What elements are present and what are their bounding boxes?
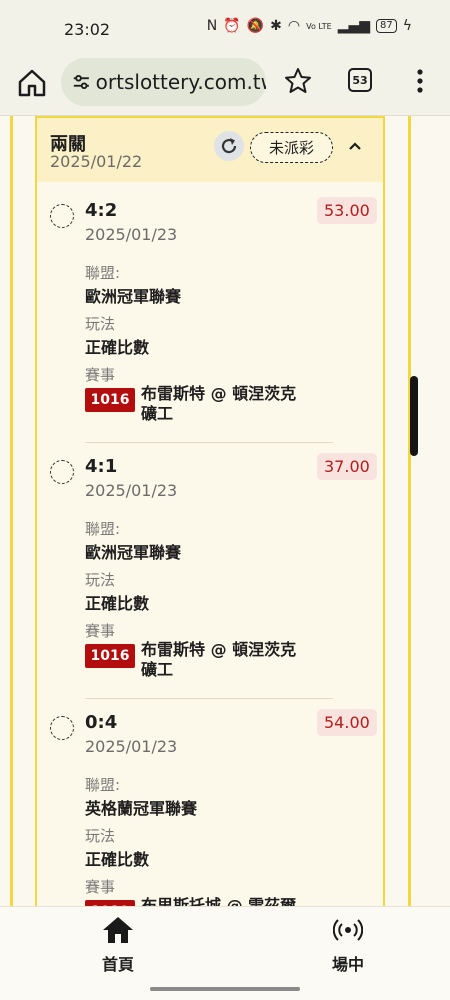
select-radio[interactable] (50, 716, 74, 740)
bet-item: 4:1 37.00 2025/01/23 聯盟: 歐洲冠軍聯賽 玩法 正確比數 … (37, 438, 383, 699)
odds-badge: 53.00 (317, 197, 377, 224)
odds-badge: 54.00 (317, 709, 377, 736)
league-value: 歐洲冠軍聯賽 (85, 287, 182, 306)
match-number-badge: 1016 (85, 644, 135, 668)
tab-switcher-button[interactable]: 53 (348, 68, 372, 92)
select-radio[interactable] (50, 460, 74, 484)
event-label: 賽事 (85, 366, 116, 384)
live-broadcast-icon (332, 919, 364, 941)
bet-item: 4:2 53.00 2025/01/23 聯盟: 歐洲冠軍聯賽 玩法 正確比數 … (37, 182, 383, 443)
bet-item: 0:4 54.00 2025/01/23 聯盟: 英格蘭冠軍聯賽 玩法 正確比數… (37, 694, 383, 906)
refresh-button[interactable] (214, 131, 244, 161)
bet-score: 4:1 (85, 456, 118, 477)
right-border (408, 116, 411, 906)
match-name: 布里斯托城 @ 雷茲爾 (141, 896, 297, 906)
bookmark-star-icon[interactable] (283, 66, 313, 96)
status-text: 未派彩 (268, 139, 314, 157)
match-number-badge: 1016 (85, 388, 135, 412)
play-label: 玩法 (85, 315, 116, 333)
alarm-icon: ⏰ (223, 18, 241, 34)
tab-count: 53 (352, 73, 368, 87)
wifi-icon: ◠ (287, 18, 301, 34)
url-text: ortslottery.com.tw (95, 70, 266, 94)
bet-slip-card: 兩關 2025/01/22 未派彩 4:2 53.00 2025/01/23 聯… (35, 116, 385, 906)
url-field[interactable]: ortslottery.com.tw (61, 58, 266, 106)
mute-icon: 🔕 (246, 18, 265, 34)
battery-icon: 87 (376, 19, 397, 33)
bluetooth-icon: ✱ (270, 18, 282, 34)
bet-date: 2025/01/23 (85, 225, 178, 244)
play-value: 正確比數 (85, 338, 150, 357)
site-settings-icon[interactable] (71, 71, 92, 93)
volte-label: Vo LTE (306, 21, 332, 31)
gesture-bar[interactable] (150, 987, 300, 991)
status-time: 23:02 (64, 20, 111, 39)
nav-live-label: 場中 (331, 955, 364, 974)
bet-score: 4:2 (85, 200, 118, 221)
left-border (10, 116, 13, 906)
scrollbar-thumb[interactable] (410, 376, 418, 456)
event-label: 賽事 (85, 878, 116, 896)
browser-toolbar: ortslottery.com.tw 53 (0, 56, 450, 116)
match-name: 布雷斯特 @ 頓涅茨克礦工 (141, 384, 297, 423)
bet-date: 2025/01/23 (85, 737, 178, 756)
bet-date: 2025/01/23 (85, 481, 178, 500)
play-value: 正確比數 (85, 850, 150, 869)
refresh-icon (221, 138, 237, 154)
card-date: 2025/01/22 (50, 152, 143, 171)
odds-badge: 37.00 (317, 453, 377, 480)
event-label: 賽事 (85, 622, 116, 640)
signal-icon: ▂▄▆ (337, 18, 371, 34)
nav-home-label: 首頁 (101, 955, 134, 974)
league-label: 聯盟: (85, 520, 121, 538)
nav-live[interactable]: 場中 (316, 915, 380, 975)
league-label: 聯盟: (85, 264, 121, 282)
league-value: 英格蘭冠軍聯賽 (85, 799, 198, 818)
card-header: 兩關 2025/01/22 未派彩 (37, 116, 383, 182)
bottom-navigation: 首頁 場中 (0, 906, 450, 1000)
home-filled-icon (103, 917, 133, 943)
charging-icon: ϟ (402, 18, 412, 34)
select-radio[interactable] (50, 204, 74, 228)
page-content: 兩關 2025/01/22 未派彩 4:2 53.00 2025/01/23 聯… (0, 116, 450, 906)
more-menu-icon[interactable] (412, 66, 428, 96)
nfc-icon: N (206, 18, 218, 34)
play-value: 正確比數 (85, 594, 150, 613)
league-label: 聯盟: (85, 776, 121, 794)
status-icons: N ⏰ 🔕 ✱ ◠ Vo LTE ▂▄▆ 87 ϟ (207, 18, 412, 34)
play-label: 玩法 (85, 571, 116, 589)
match-name: 布雷斯特 @ 頓涅茨克礦工 (141, 640, 297, 679)
league-value: 歐洲冠軍聯賽 (85, 543, 182, 562)
play-label: 玩法 (85, 827, 116, 845)
nav-home[interactable]: 首頁 (86, 915, 150, 975)
collapse-chevron-icon[interactable] (345, 136, 365, 156)
home-icon[interactable] (15, 66, 49, 100)
status-bar: 23:02 N ⏰ 🔕 ✱ ◠ Vo LTE ▂▄▆ 87 ϟ (0, 0, 450, 56)
bet-score: 0:4 (85, 712, 118, 733)
payout-status-badge: 未派彩 (250, 132, 333, 163)
battery-level: 87 (380, 20, 393, 31)
